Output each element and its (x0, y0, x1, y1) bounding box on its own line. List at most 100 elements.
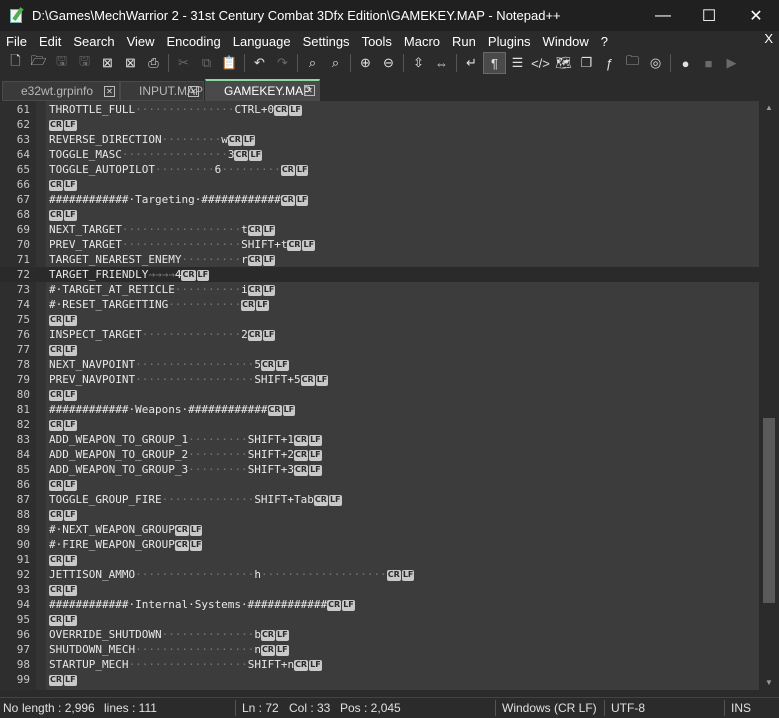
editor-line[interactable]: 92 JETTISON_AMMO··················h······… (0, 567, 759, 582)
menu-help[interactable]: ? (595, 34, 614, 49)
menu-tools[interactable]: Tools (356, 34, 398, 49)
editor-line[interactable]: 61 THROTTLE_FULL···············CTRL+0CR LF (0, 102, 759, 117)
menu-language[interactable]: Language (227, 34, 297, 49)
editor-line[interactable]: 72 TARGET_FRIENDLY→→→→4CR LF (0, 267, 759, 282)
save-all-icon[interactable]: 🖫 (73, 52, 96, 74)
new-file-icon[interactable]: 🗋 (4, 52, 27, 74)
copy-icon[interactable]: ⧉ (195, 52, 218, 74)
editor-line[interactable]: 86 CR LF (0, 477, 759, 492)
editor-line[interactable]: 87 TOGGLE_GROUP_FIRE··············SHIFT+T… (0, 492, 759, 507)
find-icon[interactable]: ⌕ (301, 52, 324, 74)
editor-line[interactable]: 76 INSPECT_TARGET···············2CR LF (0, 327, 759, 342)
record-macro-icon[interactable]: ● (674, 52, 697, 74)
close-document-button[interactable]: X (764, 31, 773, 46)
tab-input-map[interactable]: INPUT.MAP ✕ (120, 81, 204, 101)
status-insert-mode[interactable]: INS (731, 701, 751, 715)
status-encoding[interactable]: UTF-8 (611, 701, 645, 715)
print-icon[interactable]: ⎙ (142, 52, 165, 74)
editor-line[interactable]: 77 CR LF (0, 342, 759, 357)
zoom-in-icon[interactable]: ⊕ (354, 52, 377, 74)
editor-line[interactable]: 80 CR LF (0, 387, 759, 402)
monitoring-icon[interactable]: ◎ (644, 52, 667, 74)
paste-icon[interactable]: 📋 (218, 52, 241, 74)
editor-line[interactable]: 79 PREV_NAVPOINT··················SHIFT+5… (0, 372, 759, 387)
editor-line[interactable]: 88 CR LF (0, 507, 759, 522)
editor-line[interactable]: 85 ADD_WEAPON_TO_GROUP_3·········SHIFT+3C… (0, 462, 759, 477)
menu-encoding[interactable]: Encoding (161, 34, 227, 49)
sync-vertical-icon[interactable]: ⇳ (407, 52, 430, 74)
vertical-scrollbar[interactable]: ▲ ▼ (759, 101, 779, 690)
editor-line[interactable]: 93 CR LF (0, 582, 759, 597)
editor-line[interactable]: 81 ############·Weapons·############CR LF (0, 402, 759, 417)
menu-run[interactable]: Run (446, 34, 482, 49)
editor-line[interactable]: 73 #·TARGET_AT_RETICLE··········iCR LF (0, 282, 759, 297)
editor-line[interactable]: 97 SHUTDOWN_MECH··················nCR LF (0, 642, 759, 657)
replace-icon[interactable]: ⌕ (324, 52, 347, 74)
editor-line[interactable]: 82 CR LF (0, 417, 759, 432)
editor-line[interactable]: 75 CR LF (0, 312, 759, 327)
editor-line[interactable]: 98 STARTUP_MECH··················SHIFT+nC… (0, 657, 759, 672)
editor-line[interactable]: 62 CR LF (0, 117, 759, 132)
cut-icon[interactable]: ✂ (172, 52, 195, 74)
editor-line[interactable]: 70 PREV_TARGET··················SHIFT+tCR… (0, 237, 759, 252)
stop-record-icon[interactable]: ■ (697, 52, 720, 74)
editor-line[interactable]: 66 CR LF (0, 177, 759, 192)
status-eol-mode[interactable]: Windows (CR LF) (502, 701, 597, 715)
editor-line[interactable]: 67 ############·Targeting·############CR L… (0, 192, 759, 207)
document-map-icon[interactable]: 🗺 (552, 52, 575, 74)
menu-edit[interactable]: Edit (33, 34, 67, 49)
menu-window[interactable]: Window (537, 34, 595, 49)
editor-line[interactable]: 94 ############·Internal·Systems·########… (0, 597, 759, 612)
editor-line[interactable]: 90 #·FIRE_WEAPON_GROUPCR LF (0, 537, 759, 552)
function-list-icon[interactable]: ƒ (598, 52, 621, 74)
menu-view[interactable]: View (121, 34, 161, 49)
show-all-chars-icon[interactable]: ¶ (483, 52, 506, 74)
scroll-up-icon[interactable]: ▲ (759, 101, 779, 115)
indent-guide-icon[interactable]: ☰ (506, 52, 529, 74)
editor-line[interactable]: 83 ADD_WEAPON_TO_GROUP_1·········SHIFT+1C… (0, 432, 759, 447)
editor-line[interactable]: 78 NEXT_NAVPOINT··················5CR LF (0, 357, 759, 372)
close-window-button[interactable]: ✕ (733, 0, 779, 31)
scrollbar-thumb[interactable] (763, 417, 775, 604)
text-editor[interactable]: 61 THROTTLE_FULL···············CTRL+0CR LF… (0, 101, 759, 690)
editor-line[interactable]: 74 #·RESET_TARGETTING···········CR LF (0, 297, 759, 312)
menu-settings[interactable]: Settings (297, 34, 356, 49)
menu-search[interactable]: Search (67, 34, 120, 49)
menu-macro[interactable]: Macro (398, 34, 446, 49)
tab-gamekey-map[interactable]: GAMEKEY.MAP ✕ (205, 79, 320, 101)
editor-line[interactable]: 95 CR LF (0, 612, 759, 627)
editor-line[interactable]: 71 TARGET_NEAREST_ENEMY·········rCR LF (0, 252, 759, 267)
play-macro-icon[interactable]: ▶ (720, 52, 743, 74)
editor-line[interactable]: 84 ADD_WEAPON_TO_GROUP_2·········SHIFT+2C… (0, 447, 759, 462)
tab-close-icon[interactable]: ✕ (188, 85, 199, 97)
maximize-button[interactable]: ☐ (686, 0, 732, 31)
tab-close-icon[interactable]: ✕ (304, 85, 315, 96)
word-wrap-icon[interactable]: ↵ (460, 52, 483, 74)
folder-workspace-icon[interactable]: 🗀 (621, 52, 644, 74)
editor-line[interactable]: 89 #·NEXT_WEAPON_GROUPCR LF (0, 522, 759, 537)
open-file-icon[interactable]: 🗁 (27, 52, 50, 74)
xml-tag-icon[interactable]: </> (529, 52, 552, 74)
save-icon[interactable]: 🖫 (50, 52, 73, 74)
close-icon[interactable]: ⊠ (96, 52, 119, 74)
menu-file[interactable]: File (0, 34, 33, 49)
document-list-icon[interactable]: ❐ (575, 52, 598, 74)
zoom-out-icon[interactable]: ⊖ (377, 52, 400, 74)
editor-line[interactable]: 65 TOGGLE_AUTOPILOT·········6·········CR L… (0, 162, 759, 177)
editor-line[interactable]: 96 OVERRIDE_SHUTDOWN··············bCR LF (0, 627, 759, 642)
scroll-down-icon[interactable]: ▼ (759, 676, 779, 690)
undo-icon[interactable]: ↶ (248, 52, 271, 74)
menu-plugins[interactable]: Plugins (482, 34, 537, 49)
editor-line[interactable]: 63 REVERSE_DIRECTION·········wCR LF (0, 132, 759, 147)
editor-line[interactable]: 91 CR LF (0, 552, 759, 567)
sync-horizontal-icon[interactable]: ⇔ (430, 52, 453, 74)
editor-line[interactable]: 99 CR LF (0, 672, 759, 687)
editor-line[interactable]: 68 CR LF (0, 207, 759, 222)
minimize-button[interactable]: — (640, 0, 686, 31)
editor-line[interactable]: 64 TOGGLE_MASC················3CR LF (0, 147, 759, 162)
tab-e32wt-grpinfo[interactable]: e32wt.grpinfo ✕ (2, 81, 120, 101)
tab-close-icon[interactable]: ✕ (104, 85, 115, 97)
redo-icon[interactable]: ↷ (271, 52, 294, 74)
close-all-icon[interactable]: ⊠ (119, 52, 142, 74)
editor-line[interactable]: 69 NEXT_TARGET··················tCR LF (0, 222, 759, 237)
